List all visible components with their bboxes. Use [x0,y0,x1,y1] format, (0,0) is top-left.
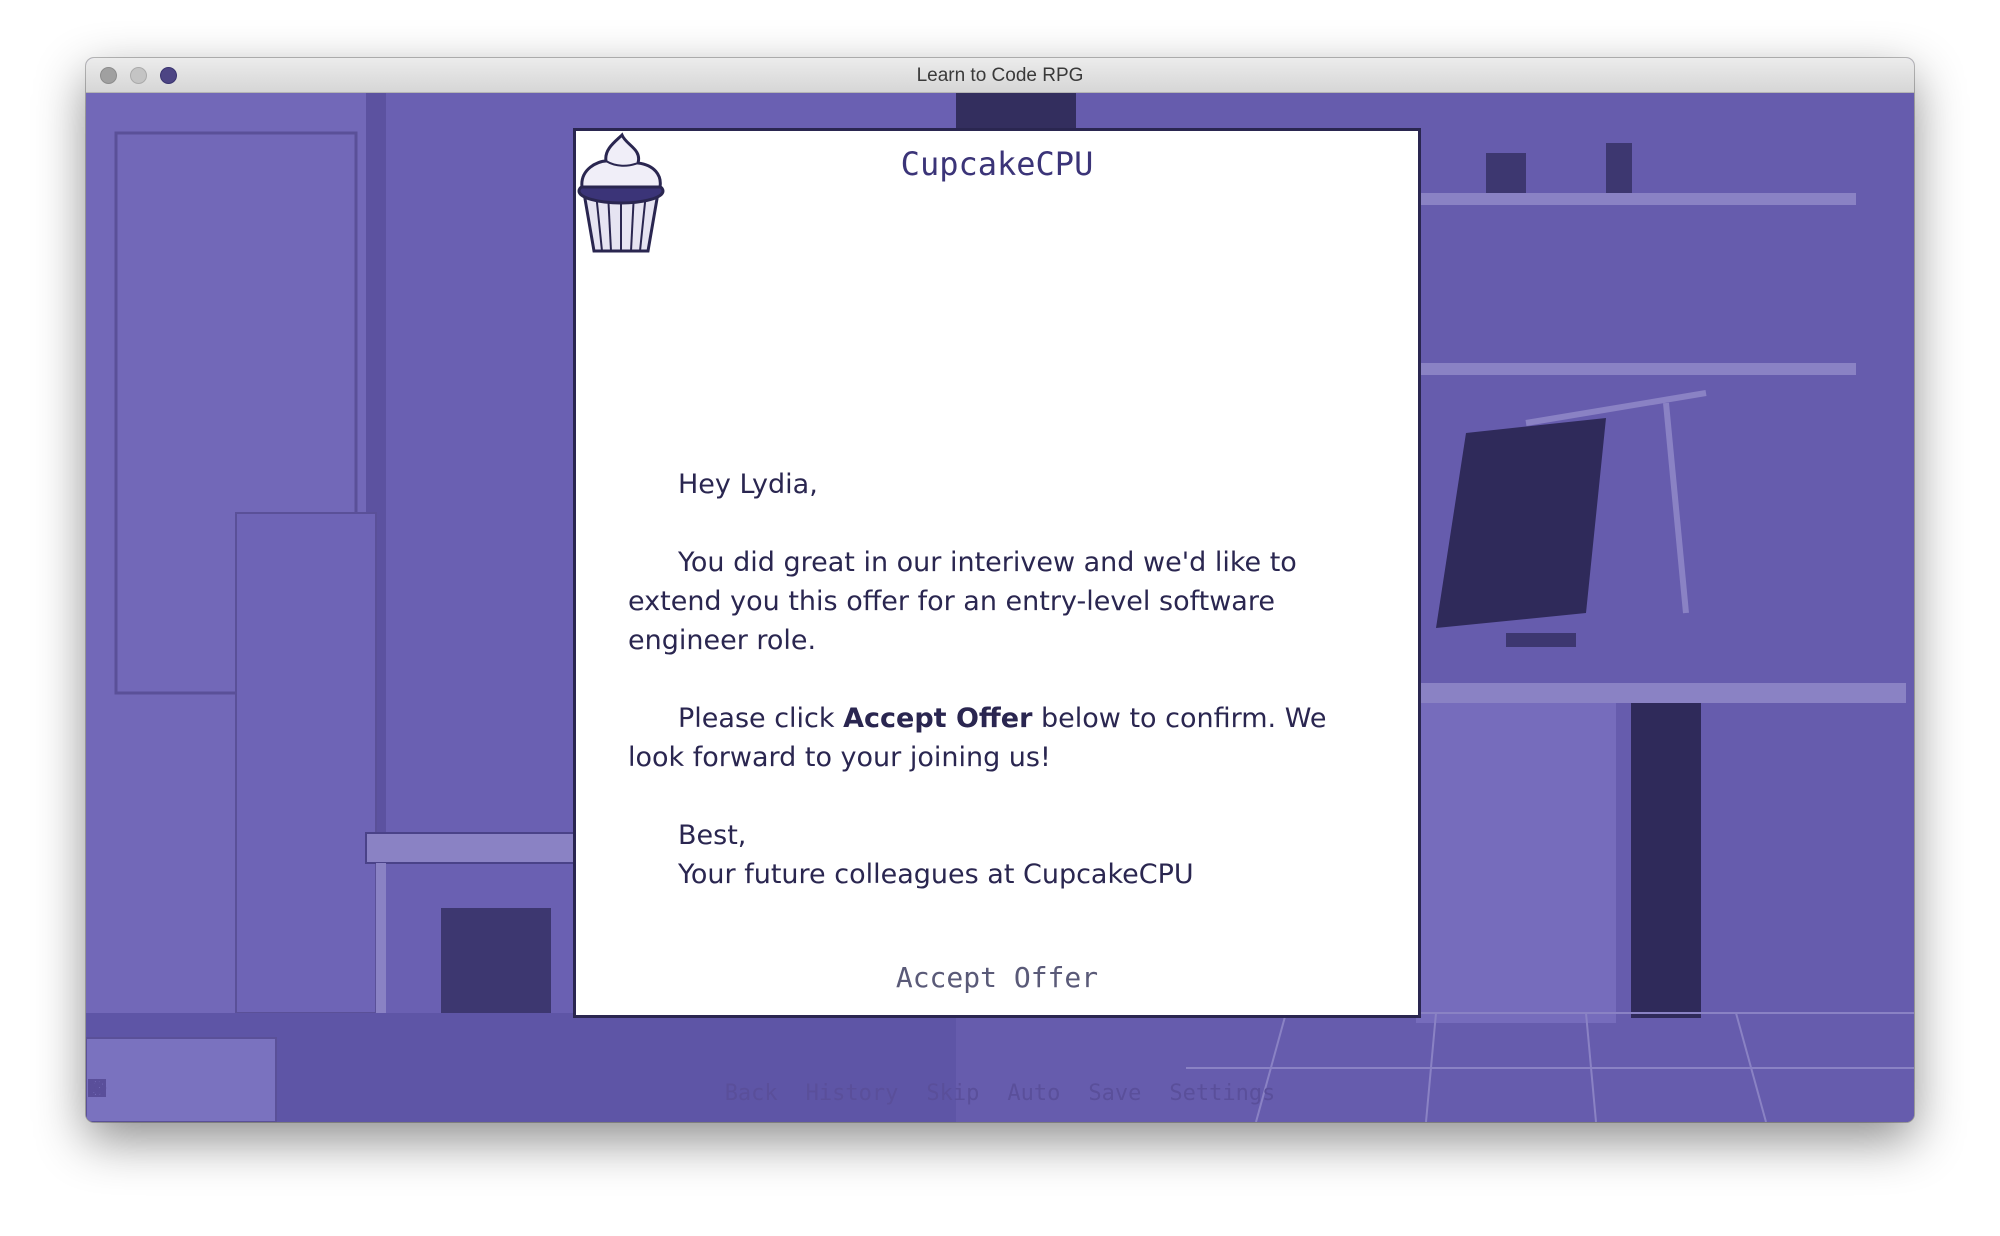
quick-menu-back[interactable]: Back [89,1077,778,1109]
quick-menu-history-label: History [805,1080,899,1106]
quick-menu: Back History Skip Auto Save Settings [86,1077,1914,1109]
confirm-text-start: Please click [678,703,844,734]
cupcake-icon [577,132,665,253]
window-title: Learn to Code RPG [916,65,1084,86]
quick-menu-auto[interactable]: Auto [91,1077,1061,1109]
quick-menu-settings[interactable]: Settings [88,1077,1276,1109]
app-window: Learn to Code RPG CupcakeCPU Hey Lydia, … [86,58,1914,1122]
letter-closing: Best, [678,820,747,851]
quick-menu-skip-label: Skip [926,1080,980,1106]
quick-menu-skip[interactable]: Skip [88,1077,980,1109]
letter-body: Hey Lydia, You did great in our interive… [628,465,1348,894]
letter-signature: Your future colleagues at CupcakeCPU [678,859,1194,890]
letter-greeting: Hey Lydia, [678,469,818,500]
quick-menu-auto-label: Auto [1007,1080,1061,1106]
settings-icon [88,1079,106,1097]
letter-paragraph-offer: You did great in our interivew and we'd … [628,547,1297,656]
company-name: CupcakeCPU [900,145,1094,183]
accept-offer-button[interactable]: Accept Offer [576,961,1418,994]
quick-menu-save-label: Save [1088,1080,1142,1106]
quick-menu-settings-label: Settings [1169,1080,1276,1106]
letter-paragraph-confirm: Please click Accept Offer below to confi… [628,699,1348,777]
quick-menu-history[interactable]: History [88,1077,899,1109]
confirm-text-emphasis: Accept Offer [843,703,1033,734]
game-scene: CupcakeCPU Hey Lydia, You did great in o… [86,93,1914,1122]
quick-menu-back-label: Back [724,1080,778,1106]
offer-letter-card: CupcakeCPU Hey Lydia, You did great in o… [573,128,1421,1018]
title-bar: Learn to Code RPG [86,58,1914,93]
quick-menu-save[interactable]: Save [88,1077,1142,1109]
